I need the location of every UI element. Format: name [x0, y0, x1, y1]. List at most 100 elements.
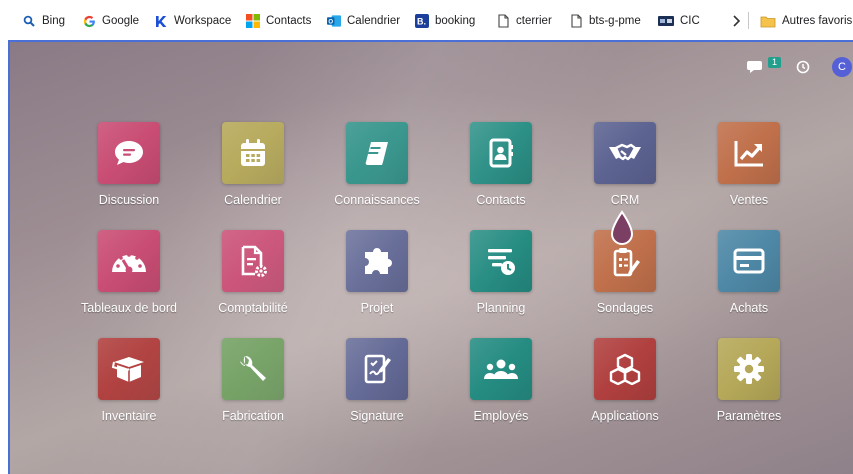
app-icon-tile — [718, 338, 780, 400]
bookmark-calendrier[interactable]: O Calendrier — [327, 13, 400, 29]
puzzle-icon — [365, 248, 392, 274]
app-applications[interactable]: Applications — [560, 338, 690, 423]
activities-button[interactable] — [796, 60, 810, 74]
app-icon-tile — [718, 122, 780, 184]
chat-bubble-icon — [115, 141, 143, 165]
svg-text:B.: B. — [417, 17, 426, 27]
app-tableaux-de-bord[interactable]: Tableaux de bord — [64, 230, 194, 315]
app-icon-tile — [470, 230, 532, 292]
app-achats[interactable]: Achats — [684, 230, 814, 315]
app-calendrier[interactable]: Calendrier — [188, 122, 318, 207]
contacts-icon — [246, 14, 260, 28]
app-contacts[interactable]: Contacts — [436, 122, 566, 207]
app-label: CRM — [610, 193, 640, 207]
page-icon — [569, 14, 583, 28]
bookmark-bing[interactable]: Bing — [22, 13, 65, 29]
bookmark-bts-g-pme[interactable]: bts-g-pme — [569, 13, 641, 29]
bing-search-icon — [22, 14, 36, 28]
app-label: Connaissances — [334, 193, 420, 207]
app-icon-tile — [222, 230, 284, 292]
app-planning[interactable]: Planning — [436, 230, 566, 315]
messages-badge: 1 — [768, 57, 781, 68]
app-connaissances[interactable]: Connaissances — [312, 122, 442, 207]
cubes-icon — [609, 353, 641, 385]
bookmark-booking[interactable]: B. booking — [415, 13, 475, 29]
bookmark-label: Contacts — [266, 15, 312, 27]
workspace-icon — [154, 14, 168, 28]
bookmark-label: Workspace — [174, 15, 232, 27]
drop-pin-icon — [610, 210, 634, 245]
app-ventes[interactable]: Ventes — [684, 122, 814, 207]
app-label: Achats — [729, 301, 769, 315]
app-label: Calendrier — [224, 193, 282, 207]
app-discussion[interactable]: Discussion — [64, 122, 194, 207]
app-label: Applications — [591, 409, 659, 423]
page-icon — [496, 14, 510, 28]
app-icon-tile — [98, 230, 160, 292]
bookmark-cterrier[interactable]: cterrier — [496, 13, 552, 29]
app-inventaire[interactable]: Inventaire — [64, 338, 194, 423]
app-fabrication[interactable]: Fabrication — [188, 338, 318, 423]
credit-card-icon — [733, 248, 765, 274]
booking-icon: B. — [415, 14, 429, 28]
chart-up-icon — [734, 141, 763, 167]
bookmark-cic[interactable]: CIC — [658, 13, 700, 29]
book-icon — [365, 142, 388, 165]
app-crm[interactable]: CRM — [560, 122, 690, 207]
bookmark-label: Autres favoris — [782, 15, 853, 27]
app-icon-tile — [594, 338, 656, 400]
app-label: Sondages — [596, 301, 654, 315]
chat-icon — [747, 61, 762, 73]
app-label: Signature — [350, 409, 404, 423]
app-icon-tile — [470, 338, 532, 400]
folder-icon — [760, 14, 776, 28]
svg-text:O: O — [328, 19, 333, 25]
user-avatar[interactable]: C — [832, 57, 852, 77]
odoo-home-menu: 1 C Discussion Calendrier Connaissances … — [8, 40, 853, 474]
app-employes[interactable]: Employés — [436, 338, 566, 423]
app-label: Contacts — [476, 193, 526, 207]
address-book-icon — [489, 138, 513, 168]
card-icon — [658, 14, 674, 28]
bookmark-label: Bing — [42, 15, 66, 27]
box-icon — [111, 357, 144, 382]
app-label: Planning — [476, 301, 526, 315]
bookmark-label: CIC — [680, 15, 700, 27]
app-icon-tile — [594, 122, 656, 184]
calendar-icon — [241, 139, 265, 166]
signature-icon — [364, 354, 391, 384]
app-icon-tile — [470, 122, 532, 184]
app-signature[interactable]: Signature — [312, 338, 442, 423]
app-projet[interactable]: Projet — [312, 230, 442, 315]
bookmark-label: Calendrier — [347, 15, 401, 27]
app-label: Comptabilité — [218, 301, 288, 315]
bookmark-other-favorites[interactable]: Autres favoris — [760, 13, 852, 29]
bookmark-workspace[interactable]: Workspace — [154, 13, 231, 29]
app-label: Inventaire — [101, 409, 157, 423]
app-parametres[interactable]: Paramètres — [684, 338, 814, 423]
clock-icon — [796, 60, 810, 74]
dashboard-gauge-icon — [112, 253, 146, 274]
bookmarks-divider — [748, 12, 749, 29]
app-label: Employés — [473, 409, 529, 423]
more-bookmarks-chevron-icon[interactable] — [729, 12, 745, 30]
bookmark-contacts[interactable]: Contacts — [246, 13, 311, 29]
app-label: Paramètres — [716, 409, 782, 423]
app-label: Projet — [360, 301, 394, 315]
bookmark-label: booking — [435, 15, 476, 27]
gear-icon — [734, 354, 764, 384]
app-icon-tile — [222, 122, 284, 184]
bookmark-google[interactable]: Google — [82, 13, 139, 29]
bookmarks-bar: Bing Google Workspace Contacts O Calendr… — [0, 0, 853, 40]
employees-icon — [484, 359, 518, 379]
app-icon-tile — [222, 338, 284, 400]
app-comptabilite[interactable]: Comptabilité — [188, 230, 318, 315]
app-label: Fabrication — [222, 409, 284, 423]
bookmark-label: Google — [102, 15, 140, 27]
app-label: Ventes — [729, 193, 769, 207]
handshake-icon — [609, 143, 641, 161]
outlook-calendar-icon: O — [327, 14, 341, 28]
planning-icon — [488, 249, 515, 275]
wrench-icon — [240, 355, 266, 381]
bookmark-label: cterrier — [516, 15, 552, 27]
